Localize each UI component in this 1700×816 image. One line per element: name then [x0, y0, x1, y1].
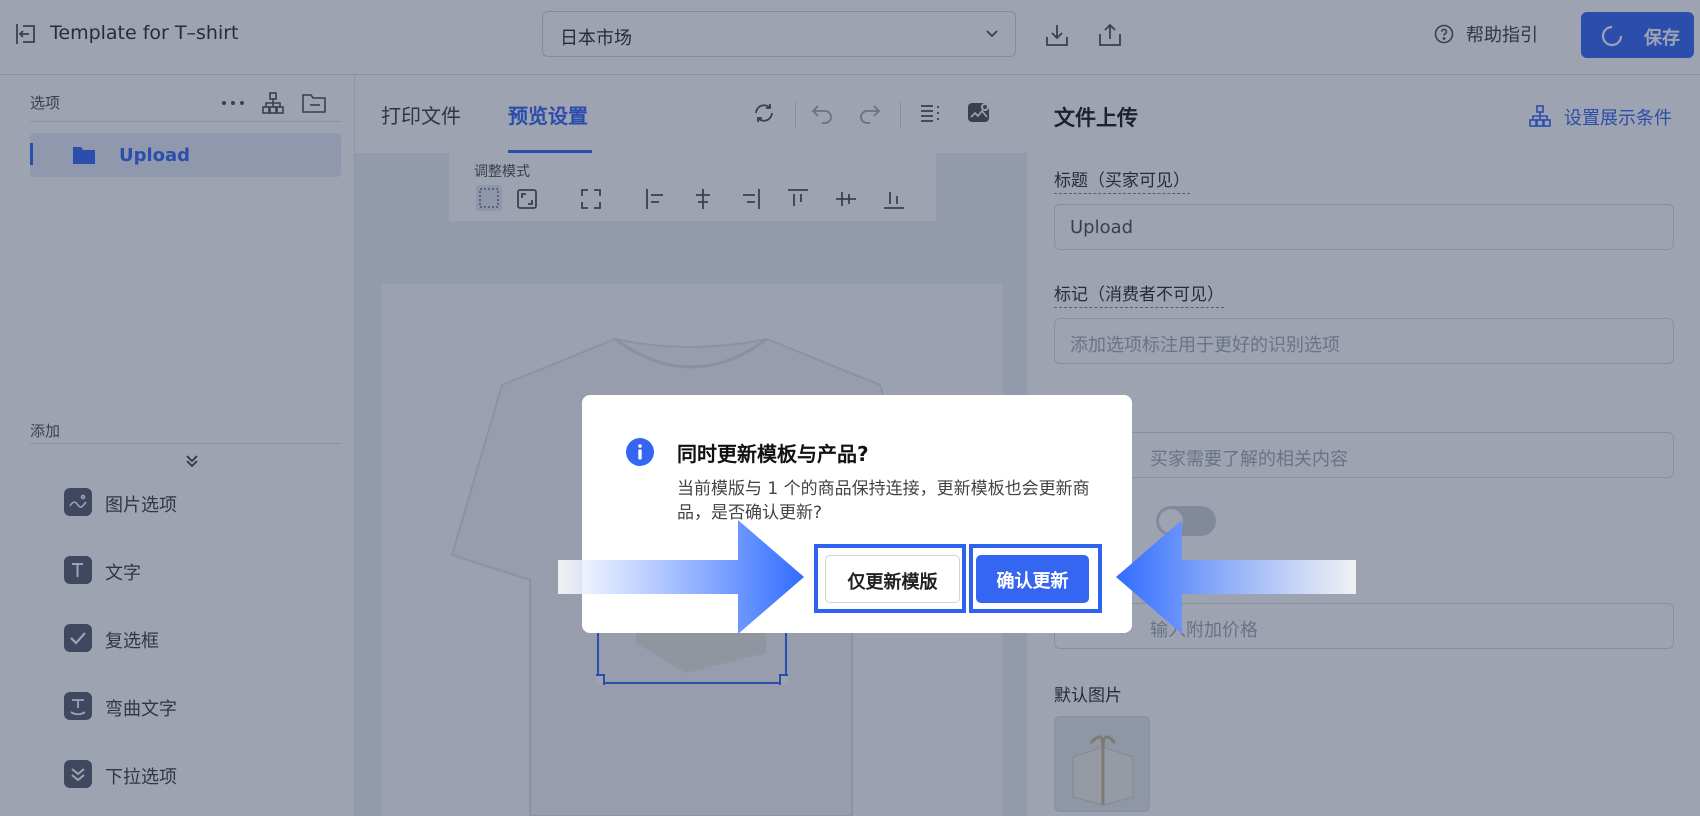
confirm-update-button[interactable]: 确认更新: [976, 555, 1089, 603]
info-icon: [625, 437, 655, 467]
update-template-only-button[interactable]: 仅更新模版: [825, 555, 960, 603]
dialog-title: 同时更新模板与产品?: [677, 442, 869, 466]
arrow-right-icon: [558, 520, 804, 634]
dialog-message: 当前模版与 1 个的商品保持连接，更新模板也会更新商品，是否确认更新?: [677, 479, 1090, 523]
button-label: 仅更新模版: [847, 572, 938, 593]
arrow-left-icon: [1116, 520, 1356, 634]
button-label: 确认更新: [996, 571, 1069, 592]
